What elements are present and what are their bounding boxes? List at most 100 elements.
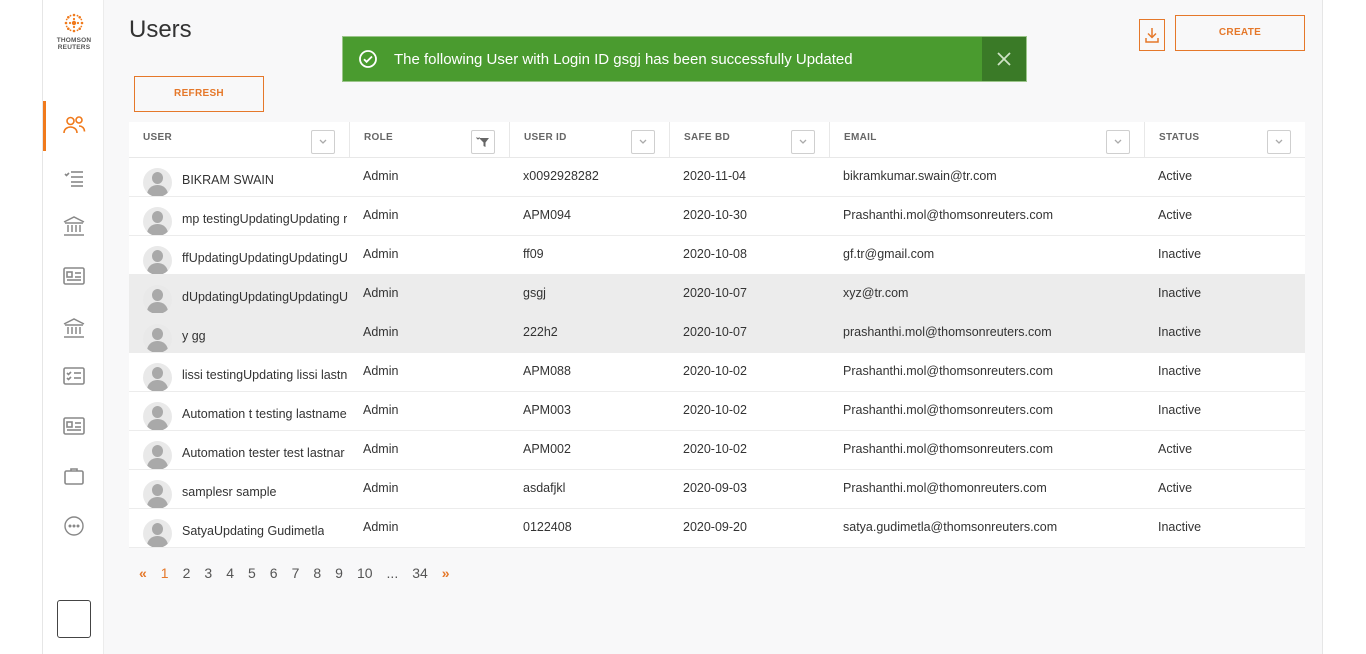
avatar xyxy=(143,324,172,352)
users-table: USER ROLE USER ID SAFE BD EMAIL STATUS B… xyxy=(129,122,1305,548)
briefcase-icon xyxy=(63,468,84,485)
table-row[interactable]: SatyaUpdating Gudimetla Admin 0122408 2020-… xyxy=(129,509,1305,548)
cell-user: mp testingUpdatingUpdating r xyxy=(129,197,349,235)
list-icon xyxy=(63,171,83,187)
thomson-reuters-logo: THOMSON REUTERS xyxy=(51,12,97,51)
cell-role: Admin xyxy=(363,481,399,495)
create-button[interactable]: CREATE xyxy=(1175,15,1305,51)
cell-status: Inactive xyxy=(1158,364,1202,378)
pagination-page-button[interactable]: 8 xyxy=(313,565,321,581)
cell-status: Inactive xyxy=(1158,286,1202,300)
pagination-prev-button[interactable]: « xyxy=(139,565,147,581)
table-row[interactable]: lissi testingUpdating lissi lastn Admin AP… xyxy=(129,353,1305,392)
cell-safe-bd: 2020-10-02 xyxy=(683,403,747,417)
column-menu-button[interactable] xyxy=(1267,130,1291,154)
avatar xyxy=(143,480,172,508)
pagination-page-button[interactable]: 34 xyxy=(412,565,428,581)
sidebar: THOMSON REUTERS xyxy=(43,0,104,654)
sidebar-item-bank-2[interactable] xyxy=(43,308,104,348)
cell-user: SatyaUpdating Gudimetla xyxy=(129,509,349,547)
table-row[interactable]: BIKRAM SWAIN Admin x0092928282 2020-11-04 bi… xyxy=(129,158,1305,197)
sidebar-item-list[interactable] xyxy=(43,158,104,198)
download-icon xyxy=(1145,28,1159,43)
table-row[interactable]: dUpdatingUpdatingUpdatingU Admin gsgj 2020-… xyxy=(129,275,1305,314)
cell-email: prashanthi.mol@thomsonreuters.com xyxy=(843,325,1052,339)
cell-email: gf.tr@gmail.com xyxy=(843,247,935,261)
cell-user: samplesr sample xyxy=(129,470,349,508)
cell-status: Inactive xyxy=(1158,403,1202,417)
cell-user: y gg xyxy=(129,314,349,352)
cell-status: Active xyxy=(1158,208,1193,222)
cell-email: xyz@tr.com xyxy=(843,286,909,300)
table-row[interactable]: Automation tester test lastnar Admin APM00… xyxy=(129,431,1305,470)
id-card-icon xyxy=(62,267,85,285)
bank-icon xyxy=(63,216,84,236)
page-title: Users xyxy=(129,16,192,43)
user-name: Automation t testing lastname xyxy=(182,407,347,421)
pagination-page-button[interactable]: 4 xyxy=(226,565,234,581)
cell-user: lissi testingUpdating lissi lastn xyxy=(129,353,349,391)
table-header: USER ROLE USER ID SAFE BD EMAIL STATUS xyxy=(129,122,1305,158)
pagination-page-button[interactable]: 2 xyxy=(183,565,191,581)
avatar xyxy=(143,363,172,391)
avatar xyxy=(143,246,172,274)
column-header-user-id: USER ID xyxy=(509,122,669,158)
column-menu-button[interactable] xyxy=(791,130,815,154)
table-row[interactable]: samplesr sample Admin asdafjkl 2020-09-03 Pr… xyxy=(129,470,1305,509)
checklist-icon xyxy=(62,367,85,385)
pagination-page-button[interactable]: 7 xyxy=(292,565,300,581)
cell-email: Prashanthi.mol@thomonreuters.com xyxy=(843,481,1047,495)
sidebar-item-users[interactable] xyxy=(43,101,104,151)
cell-role: Admin xyxy=(363,442,399,456)
table-row[interactable]: Automation t testing lastname Admin APM003… xyxy=(129,392,1305,431)
table-row[interactable]: y gg Admin 222h2 2020-10-07 prashanthi.mol@t… xyxy=(129,314,1305,353)
filter-icon xyxy=(476,137,489,147)
user-profile-button[interactable] xyxy=(57,600,91,638)
column-menu-button[interactable] xyxy=(1106,130,1130,154)
pagination-page-button[interactable]: 5 xyxy=(248,565,256,581)
users-icon xyxy=(62,116,85,134)
pagination-page-button[interactable]: 6 xyxy=(270,565,278,581)
sidebar-item-id-card-2[interactable] xyxy=(43,406,104,446)
column-filter-button[interactable] xyxy=(471,130,495,154)
cell-safe-bd: 2020-10-07 xyxy=(683,325,747,339)
cell-role: Admin xyxy=(363,247,399,261)
pagination-page-button[interactable]: 10 xyxy=(357,565,373,581)
pagination: «1 2 3 4 5 6 7 8 9 10... 34» xyxy=(139,565,464,581)
user-name: y gg xyxy=(182,329,206,343)
chevron-down-icon xyxy=(639,139,647,144)
chevron-down-icon xyxy=(799,139,807,144)
cell-status: Active xyxy=(1158,442,1193,456)
table-row[interactable]: ffUpdatingUpdatingUpdatingU Admin ff09 2020… xyxy=(129,236,1305,275)
user-name: BIKRAM SWAIN xyxy=(182,173,274,187)
column-menu-button[interactable] xyxy=(311,130,335,154)
pagination-page-button[interactable]: 3 xyxy=(204,565,212,581)
pagination-page-button[interactable]: 9 xyxy=(335,565,343,581)
sidebar-item-bank[interactable] xyxy=(43,206,104,246)
refresh-button[interactable]: REFRESH xyxy=(134,76,264,112)
check-circle-icon xyxy=(359,50,377,68)
cell-user-id: ff09 xyxy=(523,247,544,261)
cell-safe-bd: 2020-10-07 xyxy=(683,286,747,300)
cell-role: Admin xyxy=(363,169,399,183)
pagination-ellipsis: ... xyxy=(386,565,399,581)
table-row[interactable]: mp testingUpdatingUpdating r Admin APM094 2… xyxy=(129,197,1305,236)
user-name: Automation tester test lastnar xyxy=(182,446,345,460)
cell-email: Prashanthi.mol@thomsonreuters.com xyxy=(843,403,1053,417)
cell-user-id: 222h2 xyxy=(523,325,558,339)
cell-user: Automation tester test lastnar xyxy=(129,431,349,469)
sidebar-item-id-card[interactable] xyxy=(43,256,104,296)
sidebar-item-briefcase[interactable] xyxy=(43,456,104,496)
pagination-next-button[interactable]: » xyxy=(442,565,450,581)
cell-safe-bd: 2020-10-02 xyxy=(683,364,747,378)
pagination-page-button[interactable]: 1 xyxy=(161,565,169,581)
download-button[interactable] xyxy=(1139,19,1165,51)
toast-close-button[interactable] xyxy=(982,37,1026,81)
cell-email: Prashanthi.mol@thomsonreuters.com xyxy=(843,364,1053,378)
sidebar-item-checklist[interactable] xyxy=(43,356,104,396)
sidebar-item-more[interactable] xyxy=(43,506,104,546)
cell-email: bikramkumar.swain@tr.com xyxy=(843,169,997,183)
avatar xyxy=(143,519,172,547)
cell-user-id: asdafjkl xyxy=(523,481,566,495)
column-menu-button[interactable] xyxy=(631,130,655,154)
